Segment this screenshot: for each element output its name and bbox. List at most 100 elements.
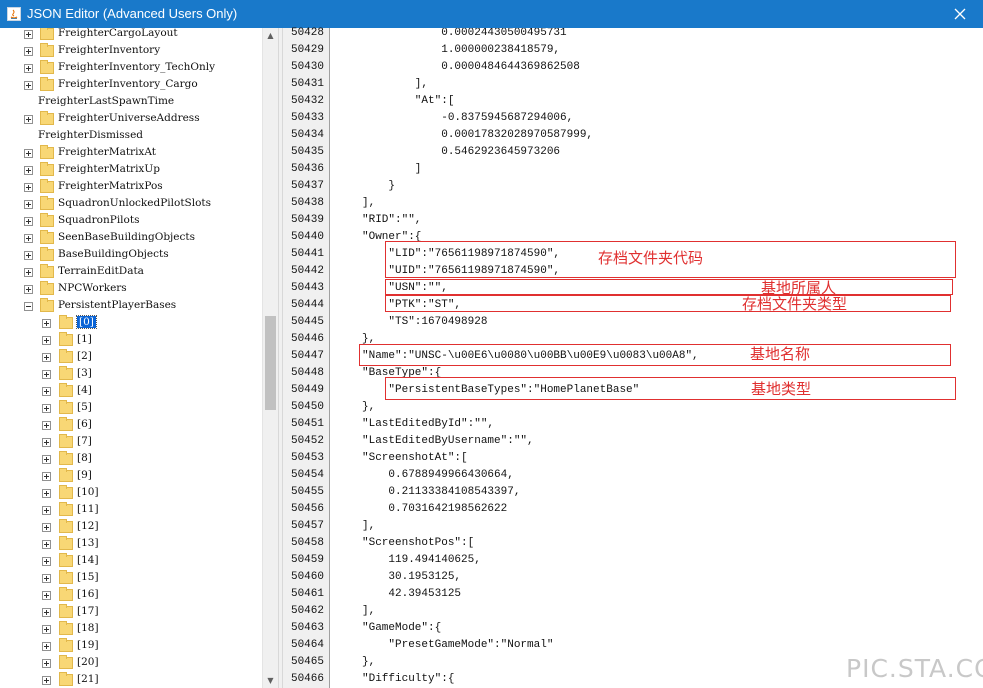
code-line[interactable]: "At":[	[362, 93, 455, 110]
code-line[interactable]: ]	[362, 161, 422, 178]
tree-child-node[interactable]: [10]	[0, 485, 262, 502]
tree-child-node[interactable]: [1]	[0, 332, 262, 349]
tree-child-node[interactable]: [18]	[0, 621, 262, 638]
tree-child-node[interactable]: [21]	[0, 672, 262, 688]
tree-child-node[interactable]: [12]	[0, 519, 262, 536]
expand-plus-icon[interactable]	[42, 676, 51, 685]
tree-node[interactable]: SeenBaseBuildingObjects	[0, 230, 262, 247]
tree-node[interactable]: FreighterInventory	[0, 43, 262, 60]
expand-plus-icon[interactable]	[24, 64, 33, 73]
tree-child-node[interactable]: [9]	[0, 468, 262, 485]
expand-plus-icon[interactable]	[24, 234, 33, 243]
tree-node[interactable]: FreighterMatrixPos	[0, 179, 262, 196]
tree-node[interactable]: FreighterUniverseAddress	[0, 111, 262, 128]
tree-node[interactable]: FreighterDismissed	[0, 128, 262, 145]
code-line[interactable]: "LastEditedByUsername":"",	[362, 433, 534, 450]
code-line[interactable]: ],	[362, 76, 428, 93]
tree-child-node[interactable]: [19]	[0, 638, 262, 655]
tree-child-node[interactable]: [7]	[0, 434, 262, 451]
code-line[interactable]: 0.6788949966430664,	[362, 467, 513, 484]
code-line[interactable]: "PresetGameMode":"Normal"	[362, 637, 553, 654]
expand-plus-icon[interactable]	[42, 370, 51, 379]
code-line[interactable]: 0.21133384108543397,	[362, 484, 520, 501]
expand-plus-icon[interactable]	[42, 540, 51, 549]
tree-scrollbar[interactable]: ▲ ▼	[262, 28, 278, 688]
expand-plus-icon[interactable]	[42, 404, 51, 413]
expand-plus-icon[interactable]	[24, 115, 33, 124]
expand-plus-icon[interactable]	[24, 81, 33, 90]
expand-plus-icon[interactable]	[42, 489, 51, 498]
tree-child-node[interactable]: [15]	[0, 570, 262, 587]
expand-plus-icon[interactable]	[24, 149, 33, 158]
code-line[interactable]: 0.7031642198562622	[362, 501, 507, 518]
expand-plus-icon[interactable]	[24, 183, 33, 192]
code-line[interactable]: 0.5462923645973206	[362, 144, 560, 161]
code-line[interactable]: 0.00017832028970587999,	[362, 127, 593, 144]
code-line[interactable]: 0.00024430500495731	[362, 28, 566, 42]
expand-plus-icon[interactable]	[42, 625, 51, 634]
tree-node[interactable]: NPCWorkers	[0, 281, 262, 298]
code-line[interactable]: "RID":"",	[362, 212, 421, 229]
expand-plus-icon[interactable]	[42, 591, 51, 600]
expand-plus-icon[interactable]	[42, 608, 51, 617]
tree-node[interactable]: FreighterMatrixUp	[0, 162, 262, 179]
code-line[interactable]: "ScreenshotAt":[	[362, 450, 468, 467]
tree-child-node[interactable]: [4]	[0, 383, 262, 400]
tree-child-node[interactable]: [13]	[0, 536, 262, 553]
code-line[interactable]: 30.1953125,	[362, 569, 461, 586]
collapse-minus-icon[interactable]	[24, 302, 33, 311]
tree-node[interactable]: PersistentPlayerBases	[0, 298, 262, 315]
code-line[interactable]: 1.000000238418579,	[362, 42, 560, 59]
expand-plus-icon[interactable]	[42, 421, 51, 430]
expand-plus-icon[interactable]	[42, 455, 51, 464]
tree-child-node[interactable]: [17]	[0, 604, 262, 621]
tree-child-node[interactable]: [8]	[0, 451, 262, 468]
code-line[interactable]: "LastEditedById":"",	[362, 416, 494, 433]
tree-node[interactable]: SquadronUnlockedPilotSlots	[0, 196, 262, 213]
expand-plus-icon[interactable]	[24, 268, 33, 277]
expand-plus-icon[interactable]	[42, 438, 51, 447]
tree-child-node[interactable]: [14]	[0, 553, 262, 570]
expand-plus-icon[interactable]	[42, 506, 51, 515]
expand-plus-icon[interactable]	[24, 251, 33, 260]
tree-node[interactable]: FreighterInventory_TechOnly	[0, 60, 262, 77]
expand-plus-icon[interactable]	[42, 387, 51, 396]
tree-child-node[interactable]: [11]	[0, 502, 262, 519]
expand-plus-icon[interactable]	[42, 557, 51, 566]
expand-plus-icon[interactable]	[42, 319, 51, 328]
expand-plus-icon[interactable]	[42, 353, 51, 362]
code-line[interactable]: "Difficulty":{	[362, 671, 454, 688]
code-line[interactable]: 42.39453125	[362, 586, 461, 603]
tree-child-node[interactable]: [2]	[0, 349, 262, 366]
code-line[interactable]: ],	[362, 518, 375, 535]
expand-plus-icon[interactable]	[24, 166, 33, 175]
tree-child-node[interactable]: [5]	[0, 400, 262, 417]
expand-plus-icon[interactable]	[24, 217, 33, 226]
code-line[interactable]: "GameMode":{	[362, 620, 441, 637]
code-line[interactable]: "ScreenshotPos":[	[362, 535, 474, 552]
expand-plus-icon[interactable]	[42, 642, 51, 651]
code-line[interactable]: 119.494140625,	[362, 552, 480, 569]
code-line[interactable]: ],	[362, 603, 375, 620]
expand-plus-icon[interactable]	[24, 30, 33, 39]
close-button[interactable]	[937, 0, 983, 28]
expand-plus-icon[interactable]	[24, 200, 33, 209]
expand-plus-icon[interactable]	[42, 336, 51, 345]
tree-node[interactable]: TerrainEditData	[0, 264, 262, 281]
expand-plus-icon[interactable]	[42, 574, 51, 583]
code-line[interactable]: },	[362, 399, 375, 416]
code-line[interactable]: },	[362, 654, 375, 671]
tree-node[interactable]: SquadronPilots	[0, 213, 262, 230]
scrollbar-thumb[interactable]	[265, 316, 276, 410]
tree-view[interactable]: FreighterCargoLayout FreighterInventory Fr…	[0, 28, 262, 688]
tree-node[interactable]: FreighterCargoLayout	[0, 28, 262, 43]
tree-node[interactable]: FreighterMatrixAt	[0, 145, 262, 162]
code-line[interactable]: "TS":1670498928	[362, 314, 487, 331]
tree-child-node[interactable]: [20]	[0, 655, 262, 672]
expand-plus-icon[interactable]	[42, 659, 51, 668]
expand-plus-icon[interactable]	[24, 47, 33, 56]
tree-node[interactable]: FreighterInventory_Cargo	[0, 77, 262, 94]
tree-child-node[interactable]: [3]	[0, 366, 262, 383]
scroll-up-icon[interactable]: ▲	[263, 28, 278, 43]
tree-child-node[interactable]: [0]	[0, 315, 262, 332]
